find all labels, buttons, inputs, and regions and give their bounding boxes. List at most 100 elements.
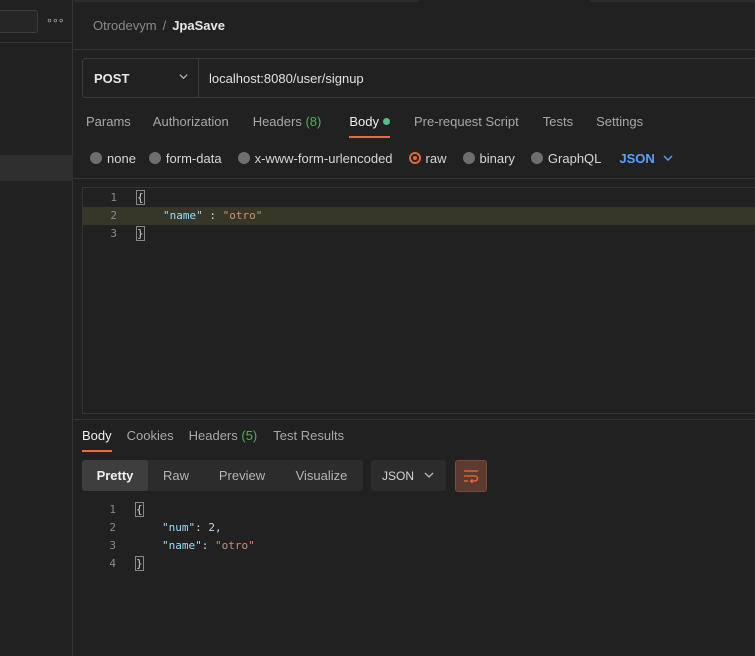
radio-label: none bbox=[107, 150, 136, 166]
line-number: 3 bbox=[110, 227, 117, 240]
tab-response-body[interactable]: Body bbox=[82, 428, 112, 452]
code-text: { bbox=[135, 501, 144, 519]
body-type-graphql[interactable]: GraphQL bbox=[530, 150, 602, 166]
view-mode-segment: Pretty Raw Preview Visualize bbox=[82, 460, 363, 491]
json-key: "name" bbox=[163, 209, 203, 222]
line-number: 2 bbox=[109, 521, 116, 534]
code-line: 1 { bbox=[82, 501, 755, 519]
tab-test-results[interactable]: Test Results bbox=[273, 428, 344, 452]
view-mode-visualize[interactable]: Visualize bbox=[280, 460, 363, 491]
tab-label: Params bbox=[86, 114, 131, 129]
open-brace: { bbox=[135, 502, 144, 517]
radio-icon bbox=[462, 152, 475, 164]
url-input[interactable]: localhost:8080/user/signup bbox=[199, 59, 364, 97]
radio-icon bbox=[90, 152, 102, 164]
tab-body[interactable]: Body bbox=[349, 114, 390, 138]
tab-label: Body bbox=[349, 114, 379, 129]
tab-pre-request-script[interactable]: Pre-request Script bbox=[414, 114, 519, 138]
tab-label: Headers bbox=[252, 114, 302, 129]
more-options-icon[interactable]: ∘∘∘ bbox=[46, 14, 65, 27]
radio-label: x-www-form-urlencoded bbox=[254, 150, 393, 166]
radio-icon bbox=[530, 152, 543, 164]
breadcrumb-collection[interactable]: Otrodevym bbox=[93, 18, 157, 33]
code-text: "name": "otro" bbox=[162, 539, 255, 552]
pane-divider[interactable] bbox=[74, 419, 755, 420]
tab-label: Settings bbox=[596, 114, 644, 129]
json-key: "num" bbox=[162, 521, 196, 534]
tab-settings[interactable]: Settings bbox=[596, 114, 643, 138]
sidebar-divider bbox=[0, 42, 73, 43]
tab-response-headers[interactable]: Headers (5) bbox=[189, 428, 258, 452]
response-format-select[interactable]: JSON bbox=[371, 460, 446, 491]
line-number: 1 bbox=[109, 503, 116, 516]
radio-selected-icon bbox=[408, 152, 421, 164]
sidebar: ∘∘∘ bbox=[0, 0, 73, 656]
line-number: 4 bbox=[109, 557, 116, 570]
view-mode-raw[interactable]: Raw bbox=[148, 460, 204, 491]
tab-cookies[interactable]: Cookies bbox=[127, 428, 174, 452]
code-text: "num": 2, bbox=[162, 521, 222, 534]
header-divider bbox=[74, 49, 755, 50]
code-line-highlighted: 2 "name" : "otro" bbox=[83, 207, 755, 225]
line-number: 3 bbox=[109, 539, 116, 552]
code-text: "name" : "otro" bbox=[163, 207, 262, 225]
wrap-lines-button[interactable] bbox=[455, 460, 487, 492]
body-type-none[interactable]: none bbox=[90, 151, 136, 166]
method-select[interactable]: POST bbox=[83, 59, 199, 97]
line-number: 1 bbox=[110, 191, 117, 204]
headers-count-badge: (8) bbox=[305, 114, 322, 129]
tab-label: Pre-request Script bbox=[413, 114, 519, 129]
open-brace: { bbox=[136, 190, 145, 205]
radio-label: GraphQL bbox=[547, 150, 602, 166]
code-line: 4 } bbox=[82, 555, 755, 573]
breadcrumb-separator: / bbox=[162, 18, 167, 33]
breadcrumb: Otrodevym / JpaSave bbox=[93, 18, 225, 33]
tab-authorization[interactable]: Authorization bbox=[153, 114, 229, 138]
response-body-viewer[interactable]: 1 { 2 "num": 2, 3 "name": "otro" 4 } bbox=[82, 501, 755, 581]
view-mode-pretty[interactable]: Pretty bbox=[82, 460, 148, 491]
request-body-editor[interactable]: 1 { 2 "name" : "otro" 3 } bbox=[82, 187, 755, 414]
body-type-form-data[interactable]: form-data bbox=[148, 150, 222, 166]
sidebar-selected-item[interactable] bbox=[0, 155, 73, 181]
sidebar-search-input[interactable] bbox=[0, 10, 38, 33]
chevron-down-icon bbox=[663, 155, 673, 161]
tab-label: Headers bbox=[188, 428, 238, 443]
body-type-raw[interactable]: raw bbox=[408, 150, 447, 166]
response-format-label: JSON bbox=[382, 468, 415, 483]
chevron-down-icon bbox=[179, 74, 188, 80]
wrap-lines-icon bbox=[464, 470, 479, 484]
response-headers-count-badge: (5) bbox=[241, 428, 258, 443]
body-type-selector: none form-data x-www-form-urlencoded raw… bbox=[90, 150, 673, 166]
json-string-value: "otro" bbox=[222, 209, 263, 222]
radio-icon bbox=[237, 152, 250, 164]
request-line: POST localhost:8080/user/signup bbox=[82, 58, 755, 98]
body-type-urlencoded[interactable]: x-www-form-urlencoded bbox=[237, 150, 393, 166]
close-brace: } bbox=[136, 226, 145, 241]
json-number-value: 2 bbox=[208, 521, 215, 534]
tab-label: Cookies bbox=[126, 428, 174, 443]
tab-params[interactable]: Params bbox=[86, 114, 131, 138]
body-modified-dot-icon bbox=[382, 118, 390, 125]
raw-format-label: JSON bbox=[619, 150, 655, 166]
method-label: POST bbox=[94, 70, 130, 86]
json-string-value: "otro" bbox=[215, 539, 255, 552]
tab-label: Authorization bbox=[152, 114, 229, 129]
close-brace: } bbox=[135, 556, 144, 571]
raw-format-select[interactable]: JSON bbox=[619, 150, 673, 166]
tab-label: Test Results bbox=[273, 428, 345, 443]
code-text: } bbox=[136, 225, 145, 243]
code-line: 1 { bbox=[83, 189, 755, 207]
tab-headers[interactable]: Headers (8) bbox=[253, 114, 322, 138]
request-name[interactable]: JpaSave bbox=[172, 18, 225, 33]
request-tabs: Params Authorization Headers (8) Body Pr… bbox=[86, 114, 643, 138]
radio-label: form-data bbox=[165, 150, 222, 166]
view-mode-preview[interactable]: Preview bbox=[204, 460, 280, 491]
tab-strip-edge bbox=[74, 0, 419, 2]
tab-tests[interactable]: Tests bbox=[543, 114, 573, 138]
line-number: 2 bbox=[110, 209, 117, 222]
section-divider bbox=[74, 178, 755, 179]
radio-label: raw bbox=[425, 150, 447, 166]
body-type-binary[interactable]: binary bbox=[462, 151, 515, 166]
chevron-down-icon bbox=[424, 472, 434, 478]
json-colon: : bbox=[202, 209, 223, 222]
